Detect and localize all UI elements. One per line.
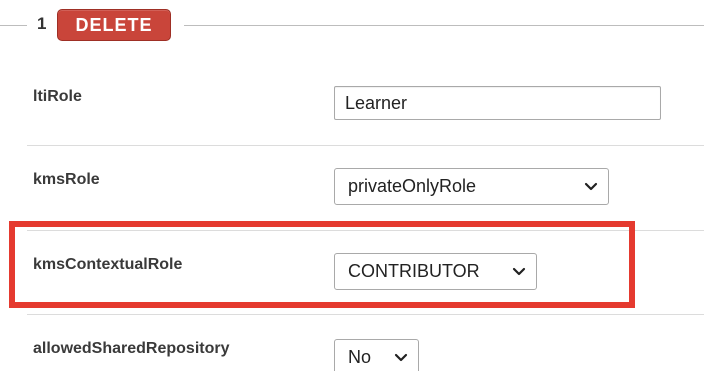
fieldset-index: 1 xyxy=(37,14,47,33)
fieldset-border-right xyxy=(184,25,704,26)
delete-button[interactable]: DELETE xyxy=(57,9,171,41)
role-mapping-form: 1 DELETE ltiRole kmsRole privateOnlyRole… xyxy=(0,0,704,371)
fieldset-border-left xyxy=(0,25,27,26)
chevron-down-icon xyxy=(394,353,408,361)
allowedsharedrepository-select[interactable]: No xyxy=(334,339,419,371)
allowedsharedrepository-label: allowedSharedRepository xyxy=(33,340,230,357)
row-divider xyxy=(27,145,704,146)
kmsrole-selected-value: privateOnlyRole xyxy=(348,176,477,196)
ltirole-input[interactable] xyxy=(334,86,661,120)
row-divider xyxy=(27,314,704,315)
kmsrole-label: kmsRole xyxy=(33,171,100,188)
highlight-annotation xyxy=(9,221,635,308)
kmsrole-select[interactable]: privateOnlyRole xyxy=(334,168,609,205)
ltirole-label: ltiRole xyxy=(33,88,82,105)
allowedsharedrepository-selected-value: No xyxy=(348,347,372,367)
chevron-down-icon xyxy=(584,182,598,190)
